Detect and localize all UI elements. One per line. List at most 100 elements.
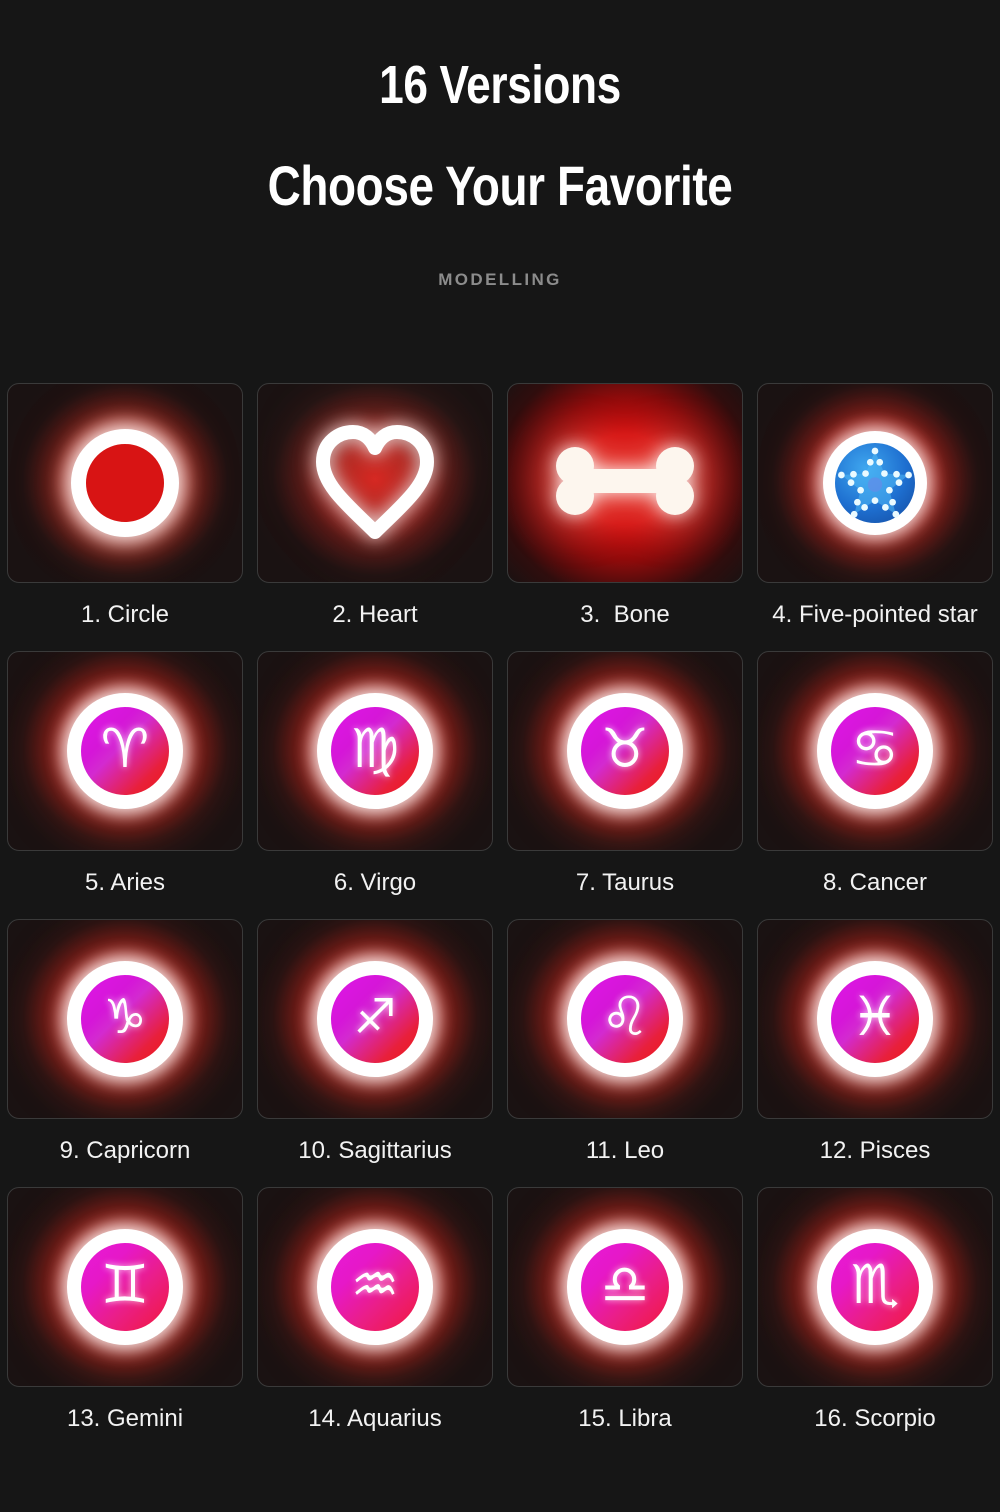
version-label: 16. Scorpio <box>814 1405 936 1432</box>
zodiac-glyph: ♌ <box>600 985 650 1048</box>
version-tile-sagittarius[interactable]: ♐ <box>257 919 493 1119</box>
version-tile-aries[interactable]: ♈ <box>7 651 243 851</box>
version-cell[interactable]: ♋ 8. Cancer <box>750 651 1000 919</box>
version-cell[interactable]: 3. Bone <box>500 383 750 651</box>
zodiac-glyph: ♏ <box>850 1253 900 1316</box>
pisces-zodiac-icon: ♓ <box>817 961 933 1077</box>
zodiac-glyph: ♈ <box>100 717 150 780</box>
version-tile-circle[interactable] <box>7 383 243 583</box>
version-tile-bone[interactable] <box>507 383 743 583</box>
zodiac-glyph: ♉ <box>600 717 650 780</box>
zodiac-disc: ♈ <box>81 707 169 795</box>
zodiac-glyph: ♋ <box>850 717 900 780</box>
zodiac-glyph: ♎ <box>600 1253 650 1316</box>
tile-artwork: ♑ <box>67 961 183 1077</box>
zodiac-disc: ♏ <box>831 1243 919 1331</box>
version-tile-capricorn[interactable]: ♑ <box>7 919 243 1119</box>
bone-icon <box>556 446 694 515</box>
version-label: 13. Gemini <box>66 1405 184 1432</box>
zodiac-disc: ♉ <box>581 707 669 795</box>
aquarius-zodiac-icon: ♒ <box>317 1229 433 1345</box>
version-label: 9. Capricorn <box>59 1137 191 1164</box>
version-cell[interactable]: ♓ 12. Pisces <box>750 919 1000 1187</box>
version-cell[interactable]: ♊ 13. Gemini <box>0 1187 250 1455</box>
tile-artwork: ♏ <box>817 1229 933 1345</box>
version-tile-libra[interactable]: ♎ <box>507 1187 743 1387</box>
zodiac-glyph: ♓ <box>850 985 900 1048</box>
tile-artwork: ♒ <box>317 1229 433 1345</box>
zodiac-disc: ♓ <box>831 975 919 1063</box>
scorpio-zodiac-icon: ♏ <box>817 1229 933 1345</box>
zodiac-glyph: ♑ <box>103 989 147 1045</box>
version-label: 8. Cancer <box>822 869 928 896</box>
version-label: 10. Sagittarius <box>298 1137 452 1164</box>
version-tile-pisces[interactable]: ♓ <box>757 919 993 1119</box>
version-cell[interactable]: ♑ 9. Capricorn <box>0 919 250 1187</box>
version-tile-five-pointed-star[interactable] <box>757 383 993 583</box>
tile-artwork: ♉ <box>567 693 683 809</box>
version-cell[interactable]: 2. Heart <box>250 383 500 651</box>
zodiac-disc: ♋ <box>831 707 919 795</box>
version-label: 6. Virgo <box>333 869 417 896</box>
sagittarius-zodiac-icon: ♐ <box>317 961 433 1077</box>
version-cell[interactable]: ♒ 14. Aquarius <box>250 1187 500 1455</box>
version-label: 1. Circle <box>80 601 170 628</box>
tile-artwork: ♎ <box>567 1229 683 1345</box>
gemini-zodiac-icon: ♊ <box>67 1229 183 1345</box>
zodiac-glyph: ♊ <box>100 1253 150 1316</box>
tile-artwork: ♍ <box>317 693 433 809</box>
zodiac-disc: ♎ <box>581 1243 669 1331</box>
version-cell[interactable]: ♐ 10. Sagittarius <box>250 919 500 1187</box>
version-tile-leo[interactable]: ♌ <box>507 919 743 1119</box>
version-cell[interactable]: ♈ 5. Aries <box>0 651 250 919</box>
virgo-zodiac-icon: ♍ <box>317 693 433 809</box>
aries-zodiac-icon: ♈ <box>67 693 183 809</box>
zodiac-disc: ♒ <box>331 1243 419 1331</box>
version-label: 5. Aries <box>84 869 166 896</box>
version-cell[interactable]: ♎ 15. Libra <box>500 1187 750 1455</box>
taurus-zodiac-icon: ♉ <box>567 693 683 809</box>
tile-artwork <box>71 429 179 537</box>
version-tile-aquarius[interactable]: ♒ <box>257 1187 493 1387</box>
version-label: 11. Leo <box>585 1137 665 1164</box>
zodiac-disc: ♊ <box>81 1243 169 1331</box>
version-label: 12. Pisces <box>819 1137 931 1164</box>
zodiac-glyph: ♍ <box>350 717 400 780</box>
version-tile-scorpio[interactable]: ♏ <box>757 1187 993 1387</box>
heart-outline-icon <box>316 424 434 539</box>
tile-artwork <box>311 422 439 545</box>
zodiac-disc: ♌ <box>581 975 669 1063</box>
tile-artwork <box>551 442 699 525</box>
circle-ring-icon <box>71 429 179 537</box>
version-label: 3. Bone <box>580 601 670 628</box>
version-cell[interactable]: 1. Circle <box>0 383 250 651</box>
leo-zodiac-icon: ♌ <box>567 961 683 1077</box>
zodiac-disc: ♐ <box>331 975 419 1063</box>
version-cell[interactable]: ♏ 16. Scorpio <box>750 1187 1000 1455</box>
capricorn-zodiac-icon: ♑ <box>67 961 183 1077</box>
tile-artwork: ♊ <box>67 1229 183 1345</box>
version-tile-heart[interactable] <box>257 383 493 583</box>
zodiac-disc: ♍ <box>331 707 419 795</box>
version-label: 7. Taurus <box>575 869 675 896</box>
version-tile-cancer[interactable]: ♋ <box>757 651 993 851</box>
version-tile-gemini[interactable]: ♊ <box>7 1187 243 1387</box>
page-subtitle: MODELLING <box>438 270 562 289</box>
version-tile-virgo[interactable]: ♍ <box>257 651 493 851</box>
five-pointed-star-icon <box>823 431 927 535</box>
version-cell[interactable]: ♌ 11. Leo <box>500 919 750 1187</box>
libra-zodiac-icon: ♎ <box>567 1229 683 1345</box>
zodiac-disc: ♑ <box>81 975 169 1063</box>
version-cell[interactable]: 4. Five-pointed star <box>750 383 1000 651</box>
version-tile-taurus[interactable]: ♉ <box>507 651 743 851</box>
version-label: 15. Libra <box>578 1405 672 1432</box>
version-cell[interactable]: ♉ 7. Taurus <box>500 651 750 919</box>
version-cell[interactable]: ♍ 6. Virgo <box>250 651 500 919</box>
zodiac-glyph: ♐ <box>353 989 397 1045</box>
page-root: 16 Versions Choose Your Favorite MODELLI… <box>0 0 1000 1512</box>
page-title-line-1: 16 Versions <box>379 55 621 115</box>
version-label: 2. Heart <box>332 601 418 628</box>
tile-artwork: ♋ <box>817 693 933 809</box>
version-label: 14. Aquarius <box>308 1405 442 1432</box>
version-label: 4. Five-pointed star <box>772 601 978 628</box>
